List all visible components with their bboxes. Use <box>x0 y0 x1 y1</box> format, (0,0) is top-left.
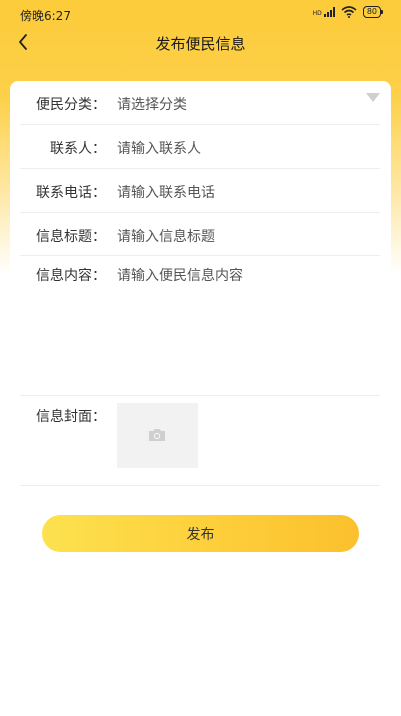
page-title: 发布便民信息 <box>155 35 246 53</box>
content-textarea[interactable]: 请输入便民信息内容 <box>117 265 243 285</box>
network-type: HD <box>312 10 322 17</box>
title-label: 信息标题： <box>36 229 106 245</box>
signal-icon: HD <box>313 7 335 17</box>
phone-row: 联系电话： 请输入联系电话 <box>20 169 380 213</box>
contact-row: 联系人： 请输入联系人 <box>20 125 380 169</box>
content-label: 信息内容： <box>36 268 106 284</box>
title-row: 信息标题： 请输入信息标题 <box>20 213 380 256</box>
form-card: 便民分类： 请选择分类 联系人： 请输入联系人 联系电话： 请输入联系电话 信息… <box>10 81 391 501</box>
category-select[interactable]: 请选择分类 <box>117 94 187 114</box>
publish-button[interactable]: 发布 <box>42 515 359 552</box>
contact-input[interactable]: 请输入联系人 <box>117 138 201 158</box>
category-row[interactable]: 便民分类： 请选择分类 <box>20 81 380 125</box>
battery-level: 80 <box>366 7 377 16</box>
content-row: 信息内容： 请输入便民信息内容 <box>20 256 380 396</box>
status-bar: 傍晚6:27 HD 80 <box>0 0 401 28</box>
status-icons: HD 80 <box>313 6 384 18</box>
title-input[interactable]: 请输入信息标题 <box>117 226 215 246</box>
cover-label: 信息封面： <box>36 409 106 425</box>
category-label: 便民分类： <box>36 97 106 113</box>
cover-row: 信息封面： <box>20 396 380 486</box>
status-time: 傍晚6:27 <box>20 9 71 23</box>
triangle-down-icon[interactable] <box>366 93 380 102</box>
contact-label: 联系人： <box>50 141 106 157</box>
wifi-icon <box>341 6 357 18</box>
phone-input[interactable]: 请输入联系电话 <box>117 182 215 202</box>
camera-icon <box>149 429 165 441</box>
battery-icon: 80 <box>362 6 384 18</box>
nav-bar: 发布便民信息 <box>0 28 401 56</box>
cover-upload[interactable] <box>117 403 198 468</box>
phone-label: 联系电话： <box>36 185 106 201</box>
